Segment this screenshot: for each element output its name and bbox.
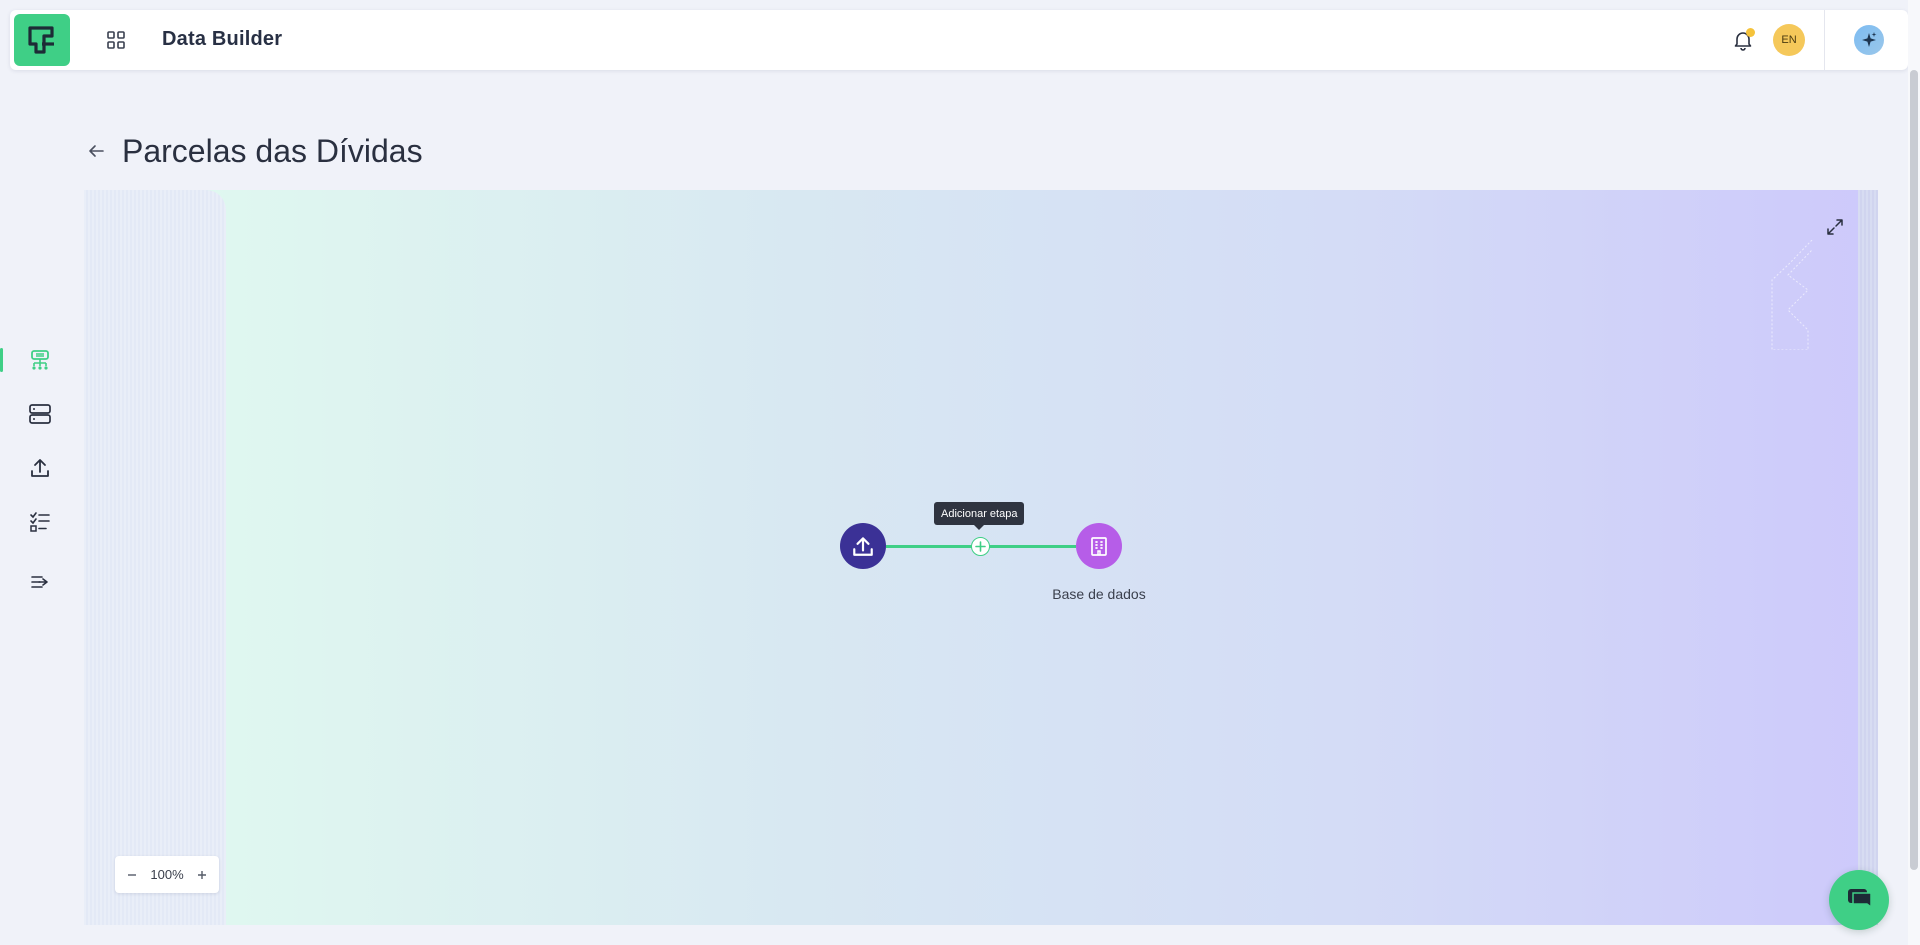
building-icon [1091, 537, 1107, 556]
sidebar-item-checklist[interactable] [0, 502, 80, 542]
notifications-button[interactable] [1730, 27, 1756, 53]
zoom-out-button[interactable] [123, 866, 141, 884]
zoom-control: 100% [115, 856, 219, 893]
flow-canvas[interactable]: Adicionar etapa Base de dados 100% [84, 190, 1878, 925]
language-button[interactable]: EN [1773, 24, 1805, 56]
sidebar-item-databases[interactable] [0, 394, 80, 434]
canvas-decoration-right [1858, 190, 1878, 925]
top-bar: Data Builder EN [10, 10, 1908, 70]
sidebar-item-export[interactable] [0, 562, 80, 602]
database-node-label: Base de dados [1052, 586, 1146, 602]
scrollbar-thumb[interactable] [1910, 70, 1918, 870]
export-list-icon [31, 576, 48, 588]
app-title: Data Builder [162, 28, 283, 50]
canvas-decoration-pattern [1771, 240, 1813, 350]
zoom-in-button[interactable] [193, 866, 211, 884]
sparkle-icon [1862, 32, 1877, 47]
sidebar-item-pipeline[interactable] [0, 340, 80, 380]
logo-icon [28, 26, 54, 54]
plus-icon [975, 541, 986, 552]
minus-icon [128, 873, 136, 876]
fullscreen-button[interactable] [1824, 216, 1846, 238]
chat-bubble-icon [1848, 889, 1872, 909]
page-scrollbar[interactable] [1908, 0, 1920, 945]
page-header: Parcelas das Dívidas [84, 128, 423, 174]
database-node[interactable] [1076, 523, 1122, 569]
topbar-divider [1824, 10, 1825, 70]
server-icon [29, 404, 51, 424]
checklist-icon [30, 512, 50, 532]
add-step-tooltip: Adicionar etapa [934, 502, 1025, 530]
arrow-left-icon [89, 145, 104, 157]
apps-grid-button[interactable] [104, 28, 128, 52]
page-title: Parcelas das Dívidas [122, 132, 423, 169]
sidebar-item-upload[interactable] [0, 448, 80, 488]
logo[interactable] [14, 14, 70, 66]
add-step-button[interactable] [971, 537, 990, 556]
zoom-level: 100% [150, 867, 184, 882]
pipeline-icon [31, 350, 49, 370]
notification-badge [1746, 28, 1755, 37]
active-indicator [0, 348, 3, 372]
upload-node[interactable] [840, 523, 886, 569]
back-button[interactable] [84, 139, 108, 163]
upload-icon [853, 537, 873, 556]
upload-icon [31, 459, 49, 477]
plus-icon [198, 870, 206, 879]
apps-grid-icon [107, 31, 125, 49]
canvas-decoration-left [84, 190, 226, 925]
chat-support-button[interactable] [1829, 870, 1889, 930]
expand-icon [1827, 219, 1843, 235]
ai-assistant-button[interactable] [1854, 25, 1884, 55]
